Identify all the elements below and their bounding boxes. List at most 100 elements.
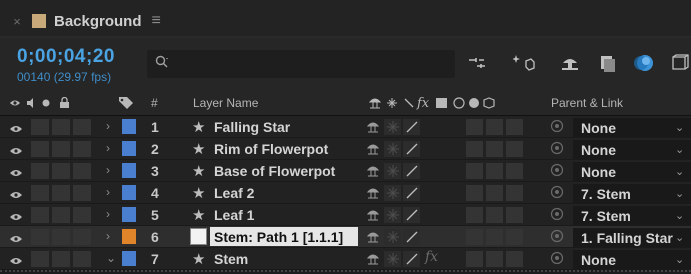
pickwhip-icon[interactable] [550,207,564,221]
continuous-rasterize-switch[interactable] [384,185,401,201]
label-color-swatch[interactable] [122,119,136,134]
parent-dropdown[interactable]: None ⌄ [573,118,691,137]
layer-row[interactable]: › 6 Stem: Path 1 [1.1.1] 1. Falling Star… [0,226,691,248]
label-color-swatch[interactable] [122,229,136,244]
label-color-swatch[interactable] [122,251,136,266]
layer-row[interactable]: › 1 ★ Falling Star None ⌄ [0,116,691,138]
adjustment-layer-switch[interactable] [506,119,523,135]
chevron-right-icon[interactable]: › [106,141,110,162]
frame-blending-icon[interactable] [597,52,619,74]
lock-switch[interactable] [52,207,70,223]
collapse-switch[interactable] [73,229,91,245]
lock-switch[interactable] [52,141,70,157]
pickwhip-icon[interactable] [550,251,564,265]
layer-name[interactable]: Stem [214,251,248,272]
adjustment-layer-switch[interactable] [506,207,523,223]
solo-switch[interactable] [31,119,49,135]
chevron-right-icon[interactable]: › [106,207,110,228]
label-tag-icon[interactable] [118,96,134,113]
frame-blend-switch[interactable] [466,185,483,201]
motion-blur-switch[interactable] [486,141,503,157]
continuous-rasterize-switch[interactable] [384,251,401,267]
adjustment-layer-switch[interactable] [506,229,523,245]
parent-dropdown[interactable]: 7. Stem ⌄ [573,206,691,225]
motion-blur-switch[interactable] [486,229,503,245]
pickwhip-icon[interactable] [550,185,564,199]
layer-name-input[interactable]: Stem: Path 1 [1.1.1] [210,227,358,246]
layer-row[interactable]: › 3 ★ Base of Flowerpot None ⌄ [0,160,691,182]
collapse-switch[interactable] [73,251,91,267]
lock-switch[interactable] [52,119,70,135]
solo-switch[interactable] [31,163,49,179]
panel-menu-icon[interactable]: ≡ [152,12,161,30]
close-tab-button[interactable]: × [8,14,26,29]
eye-icon[interactable] [10,187,22,198]
quality-switch[interactable] [403,207,420,223]
label-color-swatch[interactable] [122,163,136,178]
parent-link-header[interactable]: Parent & Link [551,96,623,110]
graph-editor-icon[interactable] [466,52,488,74]
parent-dropdown[interactable]: None ⌄ [573,250,691,269]
quality-switch[interactable] [403,141,420,157]
adjustment-layer-switch[interactable] [506,251,523,267]
solo-switch[interactable] [31,185,49,201]
solo-switch[interactable] [31,141,49,157]
solo-switch[interactable] [31,207,49,223]
collapse-switch[interactable] [73,185,91,201]
chevron-down-icon[interactable]: ⌄ [106,251,116,272]
adjustment-layer-switch[interactable] [506,185,523,201]
current-time-display[interactable]: 0;00;04;20 [17,46,115,68]
label-color-swatch[interactable] [122,141,136,156]
layer-row[interactable]: › 5 ★ Leaf 1 7. Stem ⌄ [0,204,691,226]
collapse-switch[interactable] [73,141,91,157]
layer-name[interactable]: Base of Flowerpot [214,163,335,184]
solo-switch[interactable] [31,229,49,245]
adjustment-layer-switch[interactable] [506,163,523,179]
layer-name[interactable]: Leaf 2 [214,185,254,206]
continuous-rasterize-switch[interactable] [384,141,401,157]
quality-switch[interactable] [403,229,420,245]
pickwhip-icon[interactable] [550,163,564,177]
parent-dropdown[interactable]: None ⌄ [573,140,691,159]
adjustment-layer-switch[interactable] [506,141,523,157]
frame-blend-switch[interactable] [466,229,483,245]
frame-blend-switch[interactable] [466,141,483,157]
lock-switch[interactable] [52,229,70,245]
chevron-right-icon[interactable]: › [106,185,110,206]
layer-name-header[interactable]: Layer Name [193,96,258,110]
chevron-right-icon[interactable]: › [106,163,110,184]
effects-switch-icon[interactable]: fx [425,249,438,270]
shy-layers-icon[interactable] [559,52,581,74]
draft-3d-icon[interactable] [513,52,535,74]
frame-blend-switch[interactable] [466,207,483,223]
pickwhip-icon[interactable] [550,141,564,155]
layer-row[interactable]: › 4 ★ Leaf 2 7. Stem ⌄ [0,182,691,204]
continuous-rasterize-switch[interactable] [384,207,401,223]
parent-dropdown[interactable]: None ⌄ [573,162,691,181]
lock-switch[interactable] [52,163,70,179]
motion-blur-switch[interactable] [486,251,503,267]
motion-blur-switch[interactable] [486,163,503,179]
layer-name[interactable]: Rim of Flowerpot [214,141,328,162]
frame-blend-switch[interactable] [466,119,483,135]
quality-switch[interactable] [403,185,420,201]
layer-name[interactable]: Falling Star [214,119,290,140]
lock-switch[interactable] [52,251,70,267]
parent-dropdown[interactable]: 7. Stem ⌄ [573,184,691,203]
pickwhip-icon[interactable] [550,119,564,133]
layer-name[interactable]: Leaf 1 [214,207,254,228]
layer-row[interactable]: ⌄ 7 ★ Stem fx None ⌄ [0,248,691,270]
collapse-switch[interactable] [73,207,91,223]
comp-mini-flowchart-icon[interactable] [669,52,691,74]
parent-dropdown[interactable]: 1. Falling Star ⌄ [573,228,691,247]
eye-icon[interactable] [10,253,22,264]
solo-switch[interactable] [31,251,49,267]
eye-icon[interactable] [10,165,22,176]
frame-blend-switch[interactable] [466,163,483,179]
continuous-rasterize-switch[interactable] [384,163,401,179]
search-input[interactable] [147,50,455,78]
quality-switch[interactable] [403,163,420,179]
composition-tab[interactable]: × Background ≡ [8,8,161,34]
motion-blur-switch[interactable] [486,207,503,223]
continuous-rasterize-switch[interactable] [384,229,401,245]
